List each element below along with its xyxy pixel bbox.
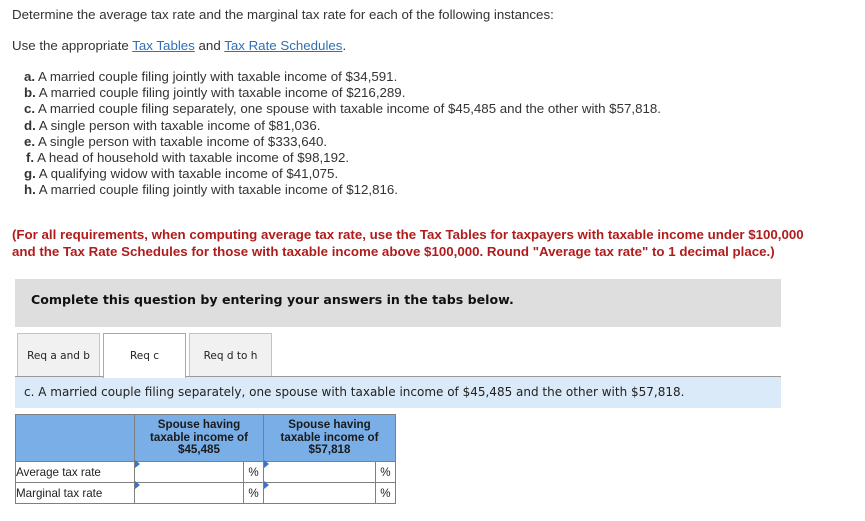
header-line: Spouse having [157, 418, 241, 431]
item-text: A married couple filing separately, one … [35, 101, 661, 117]
item-letter: e. [24, 133, 36, 149]
tax-rate-schedules-link[interactable]: Tax Rate Schedules [224, 38, 342, 53]
percent-unit: % [374, 461, 397, 483]
rounding-note: (For all requirements, when computing av… [12, 227, 857, 260]
header-spouse-2: Spouse having taxable income of $57,818 [263, 414, 396, 462]
percent-unit: % [374, 482, 397, 504]
tax-tables-link[interactable]: Tax Tables [132, 38, 195, 53]
header-line: $45,485 [178, 443, 220, 456]
header-line: Spouse having [288, 418, 371, 431]
item-text: A head of household with taxable income … [34, 150, 350, 166]
percent-unit: % [243, 482, 264, 504]
item-text: A married couple filing jointly with tax… [35, 182, 399, 198]
item-letter: g. [24, 166, 36, 182]
header-line: $57,818 [308, 443, 351, 456]
item-letter: a. [24, 69, 36, 84]
marginal-rate-spouse-1-cell [134, 481, 244, 504]
item-text: A married couple filing jointly with tax… [35, 69, 398, 84]
row-label-average-tax-rate: Average tax rate [15, 461, 135, 483]
reference-suffix: . [342, 38, 347, 53]
instance-item: c. A married couple filing separately, o… [24, 101, 661, 117]
instance-item: b. A married couple filing jointly with … [24, 85, 661, 101]
answer-table: Spouse having taxable income of $45,485 … [15, 414, 397, 504]
marginal-rate-spouse-2-cell [263, 481, 376, 504]
table-row: Average tax rate % % [15, 460, 397, 483]
item-text: A single person with taxable income of $… [35, 133, 328, 149]
input-marker-icon [264, 481, 269, 489]
instance-item: g. A qualifying widow with taxable incom… [24, 166, 661, 182]
tab-req-d-to-h[interactable]: Req d to h [189, 333, 272, 377]
requirement-description: c. A married couple filing separately, o… [15, 376, 781, 408]
note-line-1: (For all requirements, when computing av… [12, 227, 804, 242]
instance-item: e. A single person with taxable income o… [24, 134, 661, 150]
percent-unit: % [243, 461, 264, 483]
marginal-rate-spouse-2-input[interactable] [264, 483, 375, 503]
item-text: A single person with taxable income of $… [35, 117, 321, 133]
table-row: Marginal tax rate % % [15, 481, 397, 504]
item-letter: b. [24, 85, 36, 101]
input-marker-icon [135, 460, 140, 468]
input-marker-icon [264, 460, 269, 468]
row-label-marginal-tax-rate: Marginal tax rate [15, 482, 135, 504]
instance-item: h. A married couple filing jointly with … [24, 182, 661, 198]
item-letter: c. [24, 101, 36, 117]
instance-item: d. A single person with taxable income o… [24, 118, 661, 134]
instance-list: a. A married couple filing jointly with … [24, 69, 661, 199]
reference-middle: and [194, 38, 225, 53]
note-line-2: and the Tax Rate Schedules for those wit… [12, 243, 775, 259]
header-row: Spouse having taxable income of $45,485 … [15, 414, 396, 462]
average-rate-spouse-2-cell [263, 460, 376, 483]
tab-req-a-and-b[interactable]: Req a and b [17, 333, 100, 377]
average-rate-spouse-1-cell [134, 460, 244, 483]
item-letter: f. [26, 150, 35, 166]
requirement-text: c. A married couple filing separately, o… [24, 385, 685, 399]
requirement-tabs: Req a and b Req c Req d to h [17, 333, 272, 378]
input-marker-icon [135, 481, 140, 489]
average-rate-spouse-2-input[interactable] [264, 462, 375, 482]
question-intro: Determine the average tax rate and the m… [12, 7, 554, 22]
reference-prefix: Use the appropriate [12, 38, 133, 53]
header-blank [15, 414, 135, 462]
item-letter: d. [24, 117, 36, 133]
instruction-panel: Complete this question by entering your … [15, 279, 781, 327]
instance-item: a. A married couple filing jointly with … [24, 69, 661, 85]
tab-req-c[interactable]: Req c [103, 333, 186, 378]
header-spouse-1: Spouse having taxable income of $45,485 [134, 414, 264, 462]
average-rate-spouse-1-input[interactable] [135, 462, 243, 482]
item-text: A qualifying widow with taxable income o… [35, 166, 339, 182]
marginal-rate-spouse-1-input[interactable] [135, 483, 243, 503]
reference-line: Use the appropriate Tax Tables and Tax R… [12, 38, 346, 53]
instance-item: f. A head of household with taxable inco… [24, 150, 661, 166]
item-text: A married couple filing jointly with tax… [35, 85, 406, 101]
instruction-text: Complete this question by entering your … [31, 292, 514, 307]
item-letter: h. [24, 182, 36, 198]
